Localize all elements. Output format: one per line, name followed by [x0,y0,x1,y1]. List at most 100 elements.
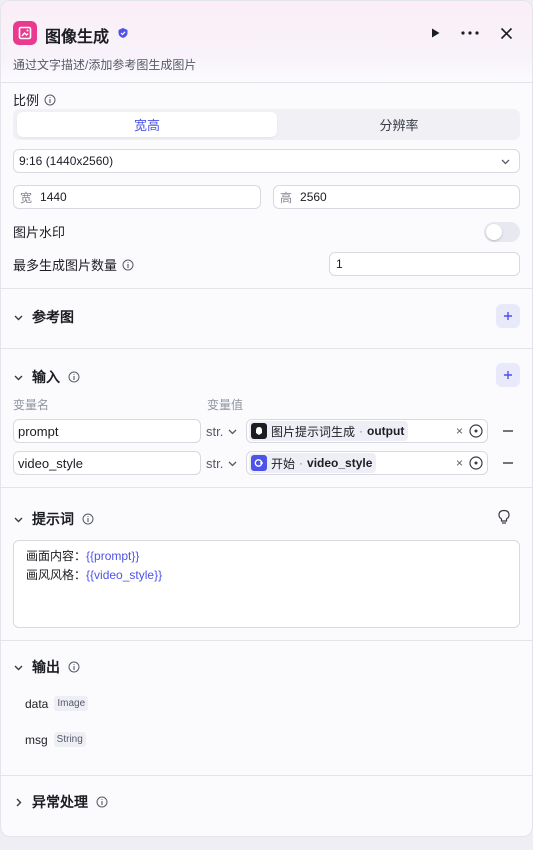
ratio-label-row: 比例 [13,90,56,109]
prompt-editor[interactable]: 画面内容：{{prompt}} 画风风格：{{video_style}} [13,540,520,628]
output-name: msg [25,732,48,747]
lightbulb-icon[interactable] [497,509,511,525]
prompt-title: 提示词 [32,511,74,527]
start-node-icon [251,455,267,471]
add-input-button[interactable] [496,363,520,387]
prompt-variable: {{video_style}} [86,568,163,582]
divider [1,487,532,488]
llm-node-icon [251,423,267,439]
remove-input-button[interactable] [501,424,515,438]
reference-section-toggle[interactable]: 参考图 [13,307,74,327]
run-button[interactable] [425,23,445,43]
variable-picker-icon[interactable] [469,424,483,438]
plus-icon [504,371,512,379]
close-button[interactable] [496,23,516,43]
divider [1,775,532,776]
watermark-label: 图片水印 [13,225,66,240]
output-type-tag: String [53,732,86,747]
variable-type-select[interactable]: str. [206,419,246,443]
variable-type-select[interactable]: str. [206,451,246,475]
prompt-variable: {{prompt}} [86,549,140,563]
node-panel: 图像生成 通过文字描述/添加参考图生成图片 比例 宽高 分辨率 9:16 (14… [0,0,533,837]
clear-reference-button[interactable]: × [456,456,463,470]
width-input[interactable]: 宽 1440 [13,185,261,209]
width-value: 1440 [40,190,67,204]
reference-separator: · [359,424,364,438]
outputs-section-toggle[interactable]: 输出 [13,657,80,677]
prompt-section-toggle[interactable]: 提示词 [13,509,94,529]
output-type-tag: Image [54,696,89,711]
info-icon[interactable] [122,259,134,271]
variable-type-value: str. [206,455,224,471]
prompt-line-label: 画风风格： [26,568,87,582]
max-images-input[interactable]: 1 [329,252,520,276]
toggle-knob [486,224,502,240]
variable-name-input[interactable]: prompt [13,419,201,443]
max-images-label-row: 最多生成图片数量 [13,255,134,274]
reference-node-name: 图片提示词生成 [271,424,356,439]
reference-separator: · [299,456,304,470]
prompt-line-label: 画面内容： [26,549,87,563]
inputs-title: 输入 [32,369,60,385]
minus-icon [503,430,513,432]
remove-input-button[interactable] [501,456,515,470]
ratio-mode-segment: 宽高 分辨率 [13,109,520,140]
ratio-select[interactable]: 9:16 (1440x2560) [13,149,520,173]
reference-chip: 图片提示词生成 · output [249,421,409,441]
chevron-down-icon [14,375,23,380]
tab-resolution[interactable]: 分辨率 [281,112,517,137]
max-images-value: 1 [336,257,343,271]
minus-icon [503,462,513,464]
node-description: 通过文字描述/添加参考图生成图片 [13,58,197,72]
info-icon[interactable] [68,661,80,673]
verified-badge-icon [118,28,128,38]
variable-picker-icon[interactable] [469,456,483,470]
image-gen-icon [13,21,37,45]
reference-field-name: output [367,424,405,438]
exception-section-toggle[interactable]: 异常处理 [13,792,108,812]
panel-header: 图像生成 通过文字描述/添加参考图生成图片 [1,1,532,83]
chevron-down-icon [14,665,23,670]
divider [1,348,532,349]
chevron-right-icon [16,798,22,806]
info-icon[interactable] [96,796,108,808]
variable-reference-field[interactable]: 图片提示词生成 · output × [246,419,488,443]
more-icon [461,31,479,35]
reference-node-name: 开始 [271,456,296,471]
inputs-section-toggle[interactable]: 输入 [13,367,80,387]
plus-icon [504,312,512,320]
info-icon[interactable] [68,371,80,383]
prompt-line: 画面内容：{{prompt}} [26,547,507,566]
column-header-value: 变量值 [207,398,244,412]
reference-field-name: video_style [307,456,373,470]
variable-name-value: video_style [18,455,84,471]
more-button[interactable] [460,23,480,43]
close-icon [500,27,512,39]
height-prefix: 高 [280,190,293,205]
info-icon[interactable] [82,513,94,525]
max-images-label: 最多生成图片数量 [13,258,118,273]
reference-chip: 开始 · video_style [249,453,377,473]
ratio-label: 比例 [13,93,40,108]
output-name: data [25,696,49,711]
height-value: 2560 [300,190,327,204]
height-input[interactable]: 高 2560 [273,185,520,209]
chevron-down-icon [14,315,23,320]
variable-name-input[interactable]: video_style [13,451,201,475]
output-item: data Image [25,696,89,711]
tab-aspect-ratio[interactable]: 宽高 [17,112,277,137]
variable-reference-field[interactable]: 开始 · video_style × [246,451,488,475]
watermark-toggle[interactable] [484,222,520,242]
output-item: msg String [25,732,86,747]
width-prefix: 宽 [20,190,33,205]
ratio-select-value: 9:16 (1440x2560) [19,154,114,168]
divider [1,288,532,289]
column-header-name: 变量名 [13,398,50,412]
add-reference-button[interactable] [496,304,520,328]
variable-name-value: prompt [18,423,59,439]
divider [1,640,532,641]
node-title: 图像生成 [45,29,110,46]
info-icon[interactable] [44,94,56,106]
clear-reference-button[interactable]: × [456,424,463,438]
play-icon [432,28,440,38]
